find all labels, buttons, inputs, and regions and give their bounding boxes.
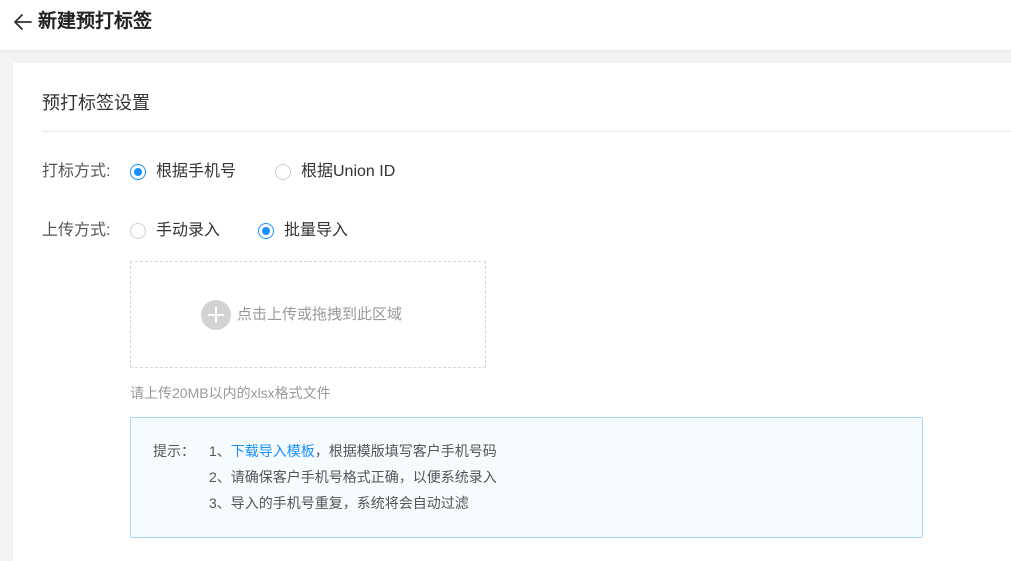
settings-card: 预打标签设置 打标方式: 根据手机号 根据Union ID 上传方式: 手动录入… xyxy=(13,63,1011,561)
tip-line-1: 1、下载导入模板，根据模版填写客户手机号码 xyxy=(209,440,497,462)
radio-label: 根据Union ID xyxy=(301,163,396,180)
radio-unchecked-icon[interactable] xyxy=(275,164,291,180)
radio-label: 手动录入 xyxy=(156,222,221,239)
radio-batch-import[interactable]: 批量导入 xyxy=(258,220,348,242)
plus-circle-icon[interactable] xyxy=(201,300,231,330)
page-title: 新建预打标签 xyxy=(38,11,153,32)
radio-checked-icon[interactable] xyxy=(130,164,146,180)
arrow-left-icon[interactable] xyxy=(12,11,34,33)
upload-hint: 请上传20MB以内的xlsx格式文件 xyxy=(130,385,331,401)
page-header: 新建预打标签 xyxy=(0,0,1011,50)
radio-by-union-id[interactable]: 根据Union ID xyxy=(275,161,395,183)
divider xyxy=(42,131,1011,132)
tip-box: 提示： 1、下载导入模板，根据模版填写客户手机号码 2、请确保客户手机号格式正确… xyxy=(130,417,923,538)
tip-line-2: 2、请确保客户手机号格式正确，以便系统录入 xyxy=(209,469,497,485)
upload-dropzone[interactable]: 点击上传或拖拽到此区域 xyxy=(130,261,486,368)
radio-manual-entry[interactable]: 手动录入 xyxy=(130,220,220,242)
tip-line-1-prefix: 1、 xyxy=(209,443,231,459)
tip-line-1-suffix: ，根据模版填写客户手机号码 xyxy=(314,443,497,459)
tag-method-row: 打标方式: 根据手机号 根据Union ID xyxy=(42,161,442,183)
download-template-link[interactable]: 下载导入模板 xyxy=(231,443,315,459)
radio-by-phone[interactable]: 根据手机号 xyxy=(130,161,236,183)
upload-text: 点击上传或拖拽到此区域 xyxy=(237,306,403,323)
radio-unchecked-icon[interactable] xyxy=(130,223,146,239)
tip-line-3: 3、导入的手机号重复，系统将会自动过滤 xyxy=(209,495,469,511)
tip-label: 提示： xyxy=(153,443,195,459)
section-title: 预打标签设置 xyxy=(42,93,150,113)
upload-method-label: 上传方式: xyxy=(42,222,111,239)
radio-label: 根据手机号 xyxy=(156,163,237,180)
radio-checked-icon[interactable] xyxy=(258,223,274,239)
radio-label: 批量导入 xyxy=(284,222,349,239)
upload-method-row: 上传方式: 手动录入 批量导入 xyxy=(42,220,442,242)
tag-method-label: 打标方式: xyxy=(42,163,111,180)
